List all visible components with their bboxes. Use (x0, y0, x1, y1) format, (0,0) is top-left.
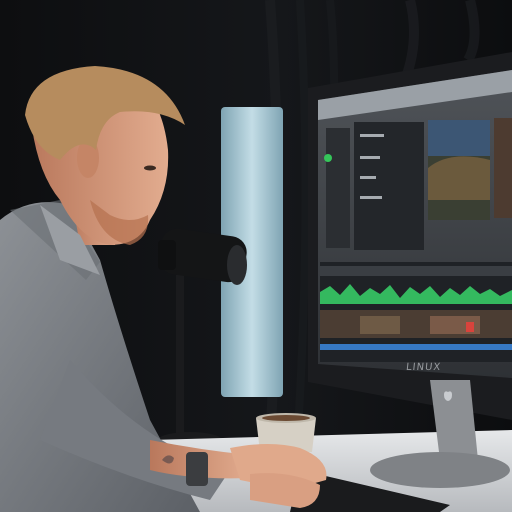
monitor-brand-text: LINUX (405, 362, 442, 373)
mic-stand (176, 275, 184, 435)
photo-scene: LINUX (0, 0, 512, 512)
wristwatch (186, 452, 208, 486)
scene-illustration (0, 0, 512, 512)
